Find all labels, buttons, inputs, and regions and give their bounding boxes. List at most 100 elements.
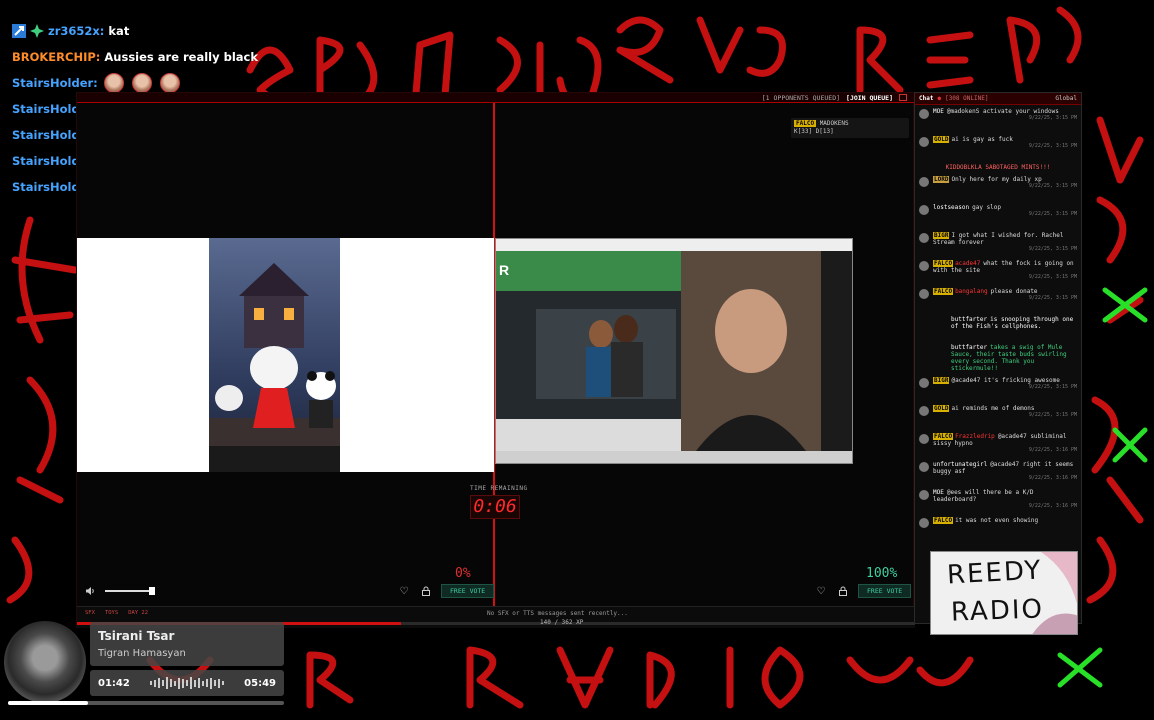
waveform-bar bbox=[202, 680, 204, 686]
rank-badge: GOLD bbox=[933, 136, 950, 143]
chat-text: I got what I wished for. Rachel Stream f… bbox=[933, 232, 1064, 246]
chat-message: buttfarter is snooping through one of the… bbox=[915, 313, 1081, 341]
avatar bbox=[919, 137, 929, 147]
avatar bbox=[919, 518, 929, 528]
right-vote-controls: ♡ FREE VOTE bbox=[814, 584, 912, 598]
overlay-chat-username: zr3652x bbox=[48, 24, 100, 38]
waveform-icon bbox=[150, 677, 224, 689]
free-vote-button-left[interactable]: FREE VOTE bbox=[441, 584, 495, 598]
waveform-bar bbox=[174, 680, 176, 686]
sfx-tab[interactable]: SFX bbox=[85, 610, 95, 616]
waveform-bar bbox=[154, 679, 156, 687]
chat-text: ai reminds me of demons bbox=[951, 405, 1035, 412]
heart-icon[interactable]: ♡ bbox=[814, 584, 828, 598]
waveform-bar bbox=[206, 679, 208, 687]
chat-message: BIGR @acade47 it's fricking awesome 9/22/2… bbox=[915, 374, 1081, 402]
rank-badge: GOLD bbox=[933, 405, 950, 412]
chat-timestamp: 9/22/25, 3:16 PM bbox=[1028, 503, 1077, 509]
chat-message: LORD Only here for my daily xp 9/22/25, 3:… bbox=[915, 173, 1081, 201]
right-vote-percent: 100% bbox=[866, 566, 898, 581]
free-vote-button-right[interactable]: FREE VOTE bbox=[858, 584, 912, 598]
left-vote-controls: ♡ FREE VOTE bbox=[397, 584, 495, 598]
chat-scope-select[interactable]: Global bbox=[1055, 95, 1077, 102]
avatar bbox=[919, 261, 929, 271]
chat-timestamp: 9/22/25, 3:16 PM bbox=[1028, 475, 1077, 481]
logo-text-line1: REEDY bbox=[946, 555, 1044, 591]
avatar bbox=[919, 205, 929, 215]
battle-top-bar: [1 OPPONENTS QUEUED] [JOIN QUEUE] bbox=[77, 93, 915, 103]
volume-slider[interactable] bbox=[105, 587, 155, 595]
opponents-queued-label: [1 OPPONENTS QUEUED] bbox=[761, 94, 841, 102]
overlay-chat-username: StairsHolder bbox=[12, 76, 94, 90]
avatar bbox=[919, 378, 929, 388]
chat-username: lostseason bbox=[933, 204, 970, 211]
chat-text: ai is gay as fuck bbox=[951, 136, 1013, 143]
rank-badge: FALCO bbox=[933, 517, 954, 524]
waveform-bar bbox=[170, 679, 172, 687]
left-video-player[interactable] bbox=[77, 238, 494, 472]
chat-message: MOE @ees will there be a K/D leaderboard?… bbox=[915, 486, 1081, 514]
chat-message: FALCO it was not even showing bbox=[915, 514, 1081, 542]
close-icon[interactable] bbox=[899, 94, 907, 101]
chat-message: GOLD ai is gay as fuck 9/22/25, 3:15 PM bbox=[915, 133, 1081, 161]
right-video-player[interactable]: R bbox=[495, 238, 853, 464]
chat-message: KIDDOBLKLA SABOTAGED MINTS!!! bbox=[915, 161, 1081, 173]
face-emote-icon bbox=[159, 73, 180, 93]
chat-message-list[interactable]: MOE @madokenS activate your windows 9/22/2… bbox=[915, 105, 1081, 542]
lock-icon[interactable] bbox=[419, 584, 433, 598]
waveform-bar bbox=[182, 678, 184, 688]
chat-timestamp: 9/22/25, 3:15 PM bbox=[1028, 246, 1077, 252]
news-clip-image: R bbox=[496, 239, 852, 463]
overlay-chat-message: Aussies are really black bbox=[104, 50, 259, 64]
chat-username: buttfarter bbox=[951, 344, 988, 351]
chat-message: MOE @madokenS activate your windows 9/22/2… bbox=[915, 105, 1081, 133]
day-counter: DAY 22 bbox=[128, 610, 149, 616]
lock-icon[interactable] bbox=[836, 584, 850, 598]
now-playing-widget: Tsirani Tsar Tigran Hamasyan 01:42 05:49 bbox=[0, 617, 290, 717]
chat-username: Frazzledrip bbox=[955, 433, 995, 440]
heart-icon[interactable]: ♡ bbox=[397, 584, 411, 598]
join-queue-button[interactable]: [JOIN QUEUE] bbox=[846, 94, 893, 102]
waveform-bar bbox=[178, 677, 180, 689]
chat-text: please donate bbox=[990, 288, 1038, 295]
rank-badge: BIGR bbox=[933, 232, 950, 239]
waveform-bar bbox=[198, 678, 200, 688]
waveform-bar bbox=[186, 680, 188, 686]
waveform-bar bbox=[214, 680, 216, 686]
chat-text: @acade47 it's fricking awesome bbox=[951, 377, 1060, 384]
volume-slider-handle[interactable] bbox=[149, 587, 155, 595]
chat-message: FALCO Frazzledrip @acade47 subliminal siss… bbox=[915, 430, 1081, 458]
chat-message: lostseason gay slop 9/22/25, 3:15 PM bbox=[915, 201, 1081, 229]
chat-username: acade47 bbox=[955, 260, 981, 267]
svg-text:R: R bbox=[499, 262, 509, 278]
overlay-chat-line: BROKERCHIP: Aussies are really black bbox=[12, 50, 259, 64]
chat-text: Only here for my daily xp bbox=[951, 176, 1042, 183]
chat-username: buttfarter bbox=[951, 316, 988, 323]
avatar bbox=[919, 434, 929, 444]
star-badge-icon bbox=[30, 24, 44, 38]
chat-username: MOE bbox=[933, 489, 944, 496]
toys-tab[interactable]: TOYS bbox=[105, 610, 118, 616]
rank-badge: BIGR bbox=[933, 377, 950, 384]
chat-timestamp: 9/22/25, 3:15 PM bbox=[1028, 412, 1077, 418]
waveform-bar bbox=[150, 681, 152, 685]
chat-message: BIGR I got what I wished for. Rachel Stre… bbox=[915, 229, 1081, 257]
avatar bbox=[919, 289, 929, 299]
chat-text: gay slop bbox=[972, 204, 1002, 211]
volume-control[interactable] bbox=[85, 586, 155, 596]
chat-message: GOLD ai reminds me of demons 9/22/25, 3:15… bbox=[915, 402, 1081, 430]
overlay-chat-line: zr3652x: kat bbox=[12, 18, 272, 44]
rank-badge: FALCO bbox=[794, 120, 817, 127]
avatar bbox=[919, 109, 929, 119]
sfx-status-text: No SFX or TTS messages sent recently... bbox=[487, 610, 628, 617]
rank-badge: FALCO bbox=[933, 288, 954, 295]
waveform-bar bbox=[162, 680, 164, 686]
album-art bbox=[4, 621, 86, 703]
opponent-stats: K[33] D[13] bbox=[794, 128, 834, 135]
waveform-bar bbox=[166, 677, 168, 689]
speaker-icon[interactable] bbox=[85, 586, 95, 596]
face-emote-icon bbox=[131, 73, 152, 93]
track-duration: 05:49 bbox=[244, 677, 276, 689]
chat-header: Chat ● [308 ONLINE] Global bbox=[915, 93, 1081, 105]
track-title: Tsirani Tsar bbox=[98, 629, 175, 643]
